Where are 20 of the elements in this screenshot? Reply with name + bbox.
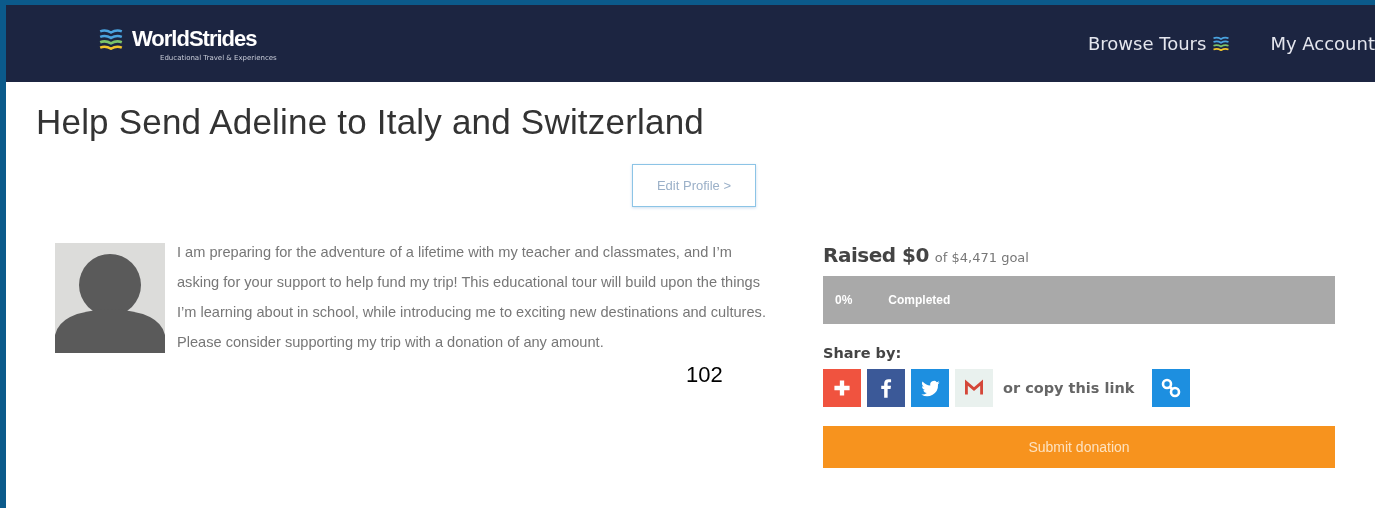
nav-link[interactable]: My Account <box>1270 33 1375 54</box>
page-number: 102 <box>686 362 723 388</box>
email-share-button[interactable] <box>955 369 993 407</box>
copy-link-button[interactable] <box>1152 369 1191 407</box>
logo-wordmark[interactable]: WorldStrides <box>132 25 277 52</box>
share-label: Share by: <box>823 345 903 361</box>
facebook-share-button[interactable] <box>867 369 905 407</box>
browse-menu-link[interactable]: Browse Tours <box>1088 33 1231 54</box>
goal-amount: of $4,471 goal <box>934 250 1029 265</box>
progress-percent: 0% <box>835 293 853 307</box>
twitter-share-button[interactable] <box>911 369 949 407</box>
story-paragraph: I am preparing for the adventure of a lifetime with my teacher and classmates, and I’m asking for your support to help fund my trip! This educational tour will build upon the things I’m learning about in school, while introducing me to exciting new destinations and cultures. Please consider supporting my trip with a donation of any amount. <box>55 237 767 357</box>
waves-icon <box>98 27 124 50</box>
plus-share-button[interactable] <box>823 369 861 407</box>
avatar-icon <box>55 243 165 353</box>
page-title: Help Send Adeline to Italy and Switzerland <box>35 101 705 142</box>
copy-link-label: or copy this link <box>1003 380 1135 396</box>
waves-icon <box>1212 36 1231 51</box>
progress-label: Completed <box>888 293 951 307</box>
raised-amount: Raised $0 <box>823 243 929 267</box>
